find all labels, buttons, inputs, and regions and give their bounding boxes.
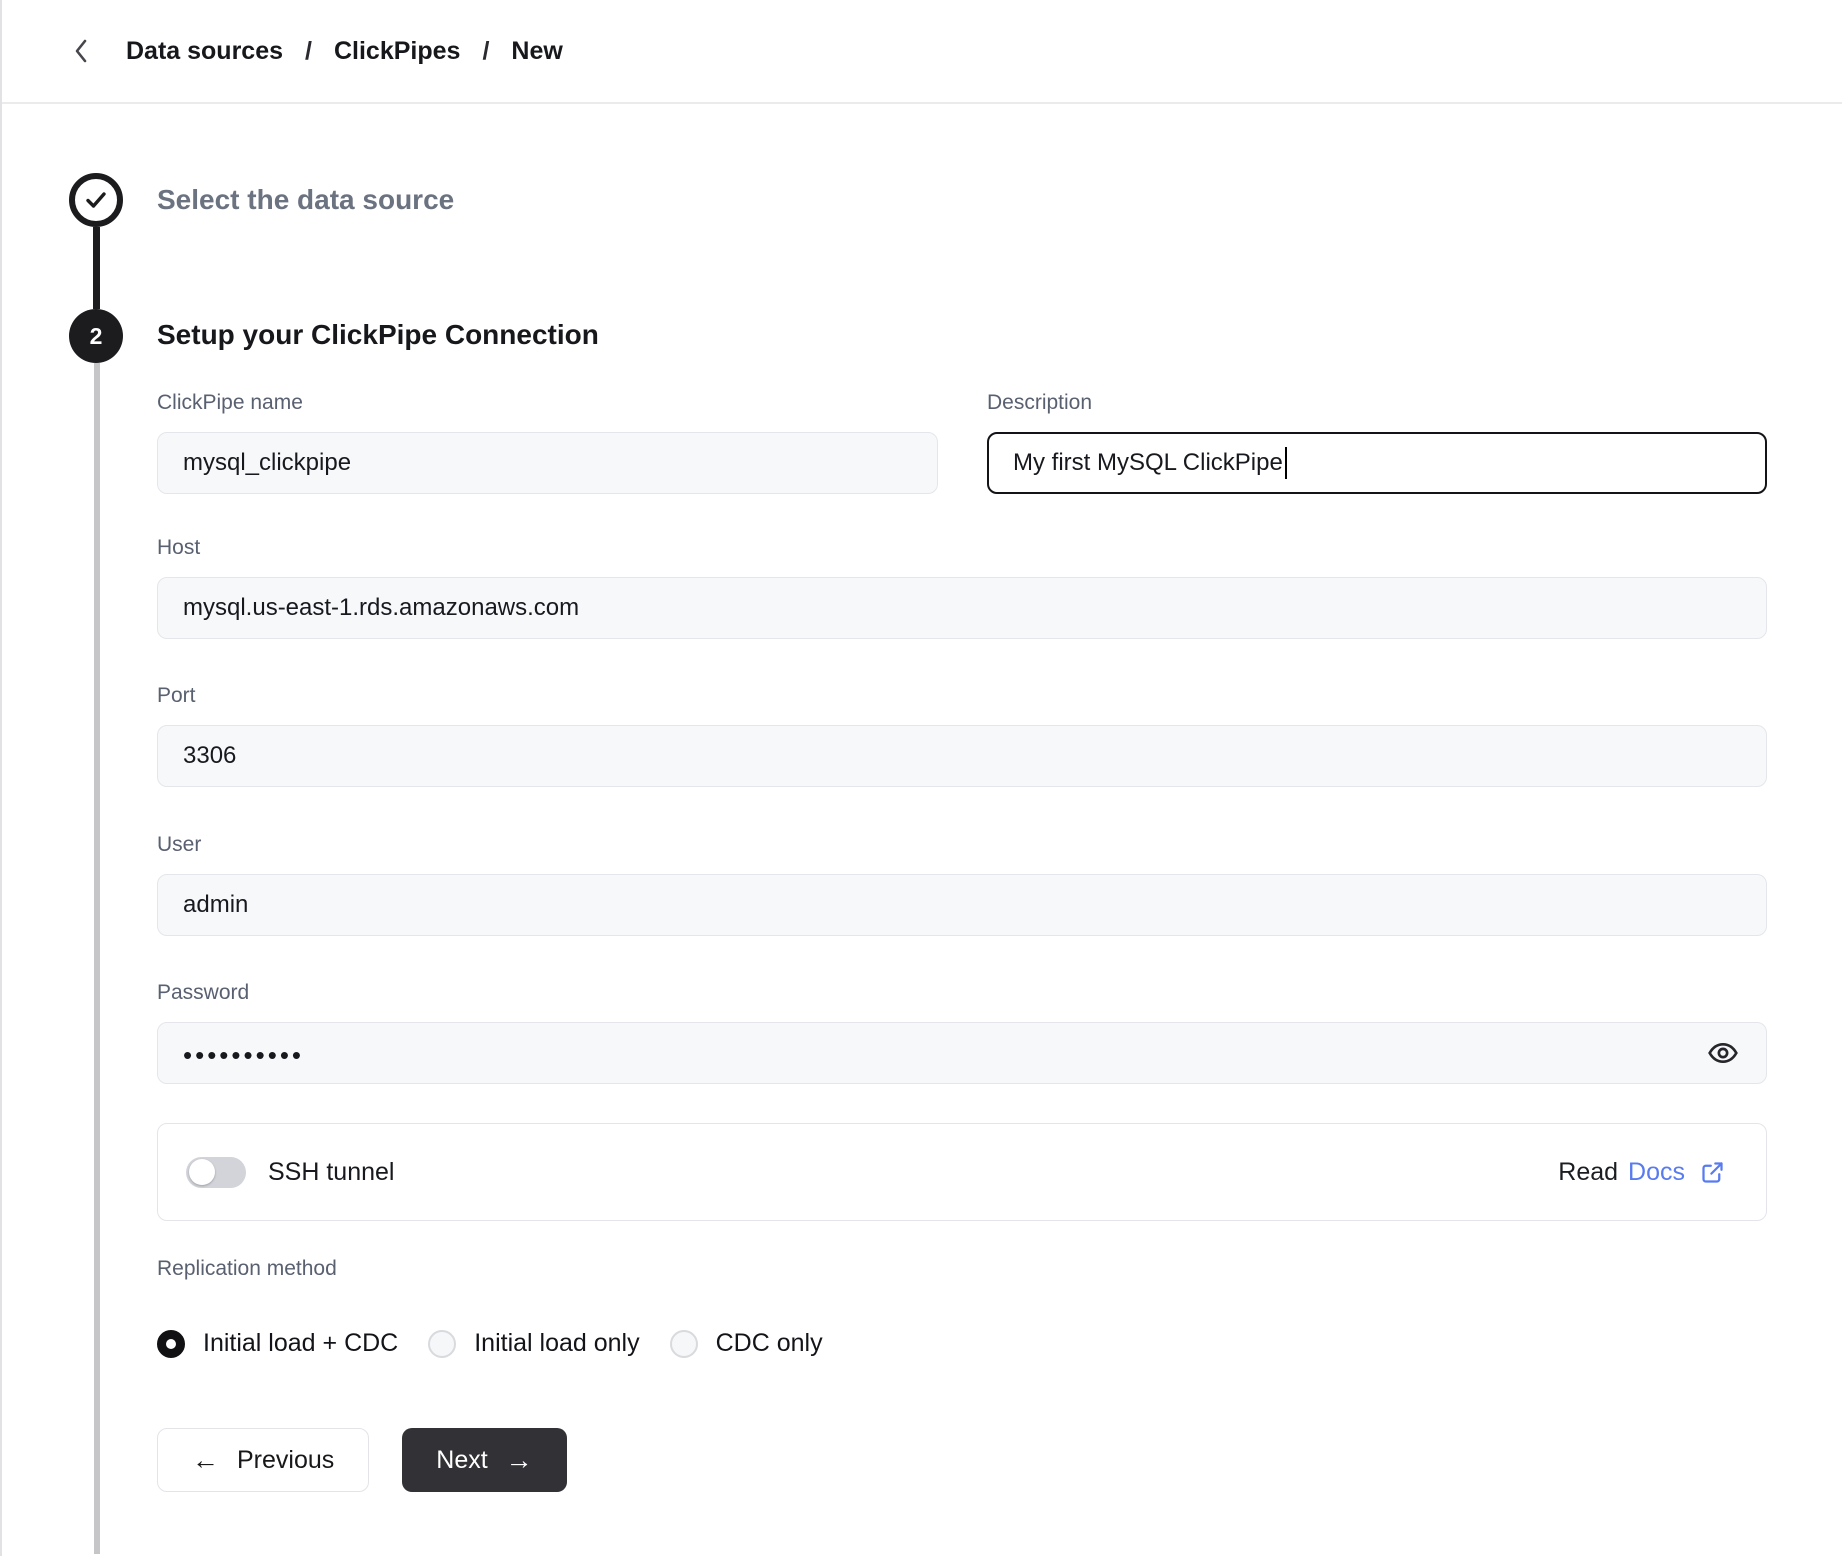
clickpipe-name-group: ClickPipe name xyxy=(157,390,938,494)
password-visibility-button[interactable] xyxy=(1701,1031,1745,1075)
step-1-label: Select the data source xyxy=(157,184,454,216)
user-group: User xyxy=(157,832,1767,936)
text-cursor xyxy=(1285,447,1287,479)
breadcrumb-clickpipes[interactable]: ClickPipes xyxy=(334,37,460,66)
user-label: User xyxy=(157,832,1767,858)
breadcrumb-new[interactable]: New xyxy=(511,37,562,66)
docs-link[interactable]: Docs xyxy=(1628,1158,1685,1187)
step-2-title: Setup your ClickPipe Connection xyxy=(157,319,599,351)
clickpipe-name-label: ClickPipe name xyxy=(157,390,938,416)
host-input[interactable] xyxy=(157,577,1767,639)
read-label: Read xyxy=(1558,1158,1618,1187)
breadcrumb: Data sources / ClickPipes / New xyxy=(126,37,563,66)
read-docs: Read Docs xyxy=(1558,1158,1726,1187)
description-value: My first MySQL ClickPipe xyxy=(1013,449,1283,477)
port-label: Port xyxy=(157,683,1767,709)
previous-button[interactable]: ← Previous xyxy=(157,1428,369,1492)
radio-unselected-icon xyxy=(670,1330,698,1358)
back-button[interactable] xyxy=(66,31,96,71)
radio-initial-load-cdc[interactable]: Initial load + CDC xyxy=(157,1329,398,1358)
step-1-indicator-completed xyxy=(69,173,123,227)
ssh-tunnel-panel: SSH tunnel Read Docs xyxy=(157,1123,1767,1221)
clickpipe-name-input[interactable] xyxy=(157,432,938,494)
next-button[interactable]: Next → xyxy=(402,1428,566,1492)
radio-initial-load-only[interactable]: Initial load only xyxy=(428,1329,639,1358)
description-group: Description My first MySQL ClickPipe xyxy=(987,390,1767,494)
chevron-left-icon xyxy=(73,38,89,64)
stepper-connector-dark xyxy=(93,227,100,309)
ssh-tunnel-toggle[interactable] xyxy=(186,1157,246,1188)
arrow-left-icon: ← xyxy=(192,1447,219,1474)
previous-label: Previous xyxy=(237,1446,334,1475)
clickpipes-setup-page: Data sources / ClickPipes / New 2 Select… xyxy=(0,0,1842,1556)
password-group: Password xyxy=(157,980,1767,1084)
wizard-content: 2 Select the data source Setup your Clic… xyxy=(2,104,1842,1554)
radio-label: Initial load + CDC xyxy=(203,1329,398,1358)
wizard-actions: ← Previous Next → xyxy=(157,1428,1767,1492)
host-label: Host xyxy=(157,535,1767,561)
radio-cdc-only[interactable]: CDC only xyxy=(670,1329,823,1358)
step-2-indicator-active: 2 xyxy=(69,309,123,363)
radio-label: Initial load only xyxy=(474,1329,639,1358)
breadcrumb-separator: / xyxy=(305,37,312,66)
radio-selected-icon xyxy=(157,1330,185,1358)
toggle-knob xyxy=(189,1159,215,1185)
password-label: Password xyxy=(157,980,1767,1006)
step-2-number: 2 xyxy=(90,323,103,350)
arrow-right-icon: → xyxy=(506,1447,533,1474)
replication-options: Initial load + CDC Initial load only CDC… xyxy=(157,1329,1767,1358)
radio-label: CDC only xyxy=(716,1329,823,1358)
host-group: Host xyxy=(157,535,1767,639)
replication-method-label: Replication method xyxy=(157,1257,1767,1281)
stepper-connector-gray xyxy=(94,363,100,1554)
description-label: Description xyxy=(987,390,1767,416)
breadcrumb-separator: / xyxy=(482,37,489,66)
radio-unselected-icon xyxy=(428,1330,456,1358)
description-input[interactable]: My first MySQL ClickPipe xyxy=(987,432,1767,494)
external-link-icon[interactable] xyxy=(1699,1159,1726,1186)
password-input[interactable] xyxy=(157,1022,1767,1084)
next-label: Next xyxy=(436,1446,487,1475)
user-input[interactable] xyxy=(157,874,1767,936)
breadcrumb-data-sources[interactable]: Data sources xyxy=(126,37,283,66)
ssh-tunnel-label: SSH tunnel xyxy=(268,1158,394,1187)
check-icon xyxy=(84,190,108,210)
eye-icon xyxy=(1707,1037,1739,1069)
port-input[interactable] xyxy=(157,725,1767,787)
breadcrumb-bar: Data sources / ClickPipes / New xyxy=(2,0,1842,104)
connection-form: ClickPipe name Description My first MySQ… xyxy=(157,390,1767,1492)
port-group: Port xyxy=(157,683,1767,787)
